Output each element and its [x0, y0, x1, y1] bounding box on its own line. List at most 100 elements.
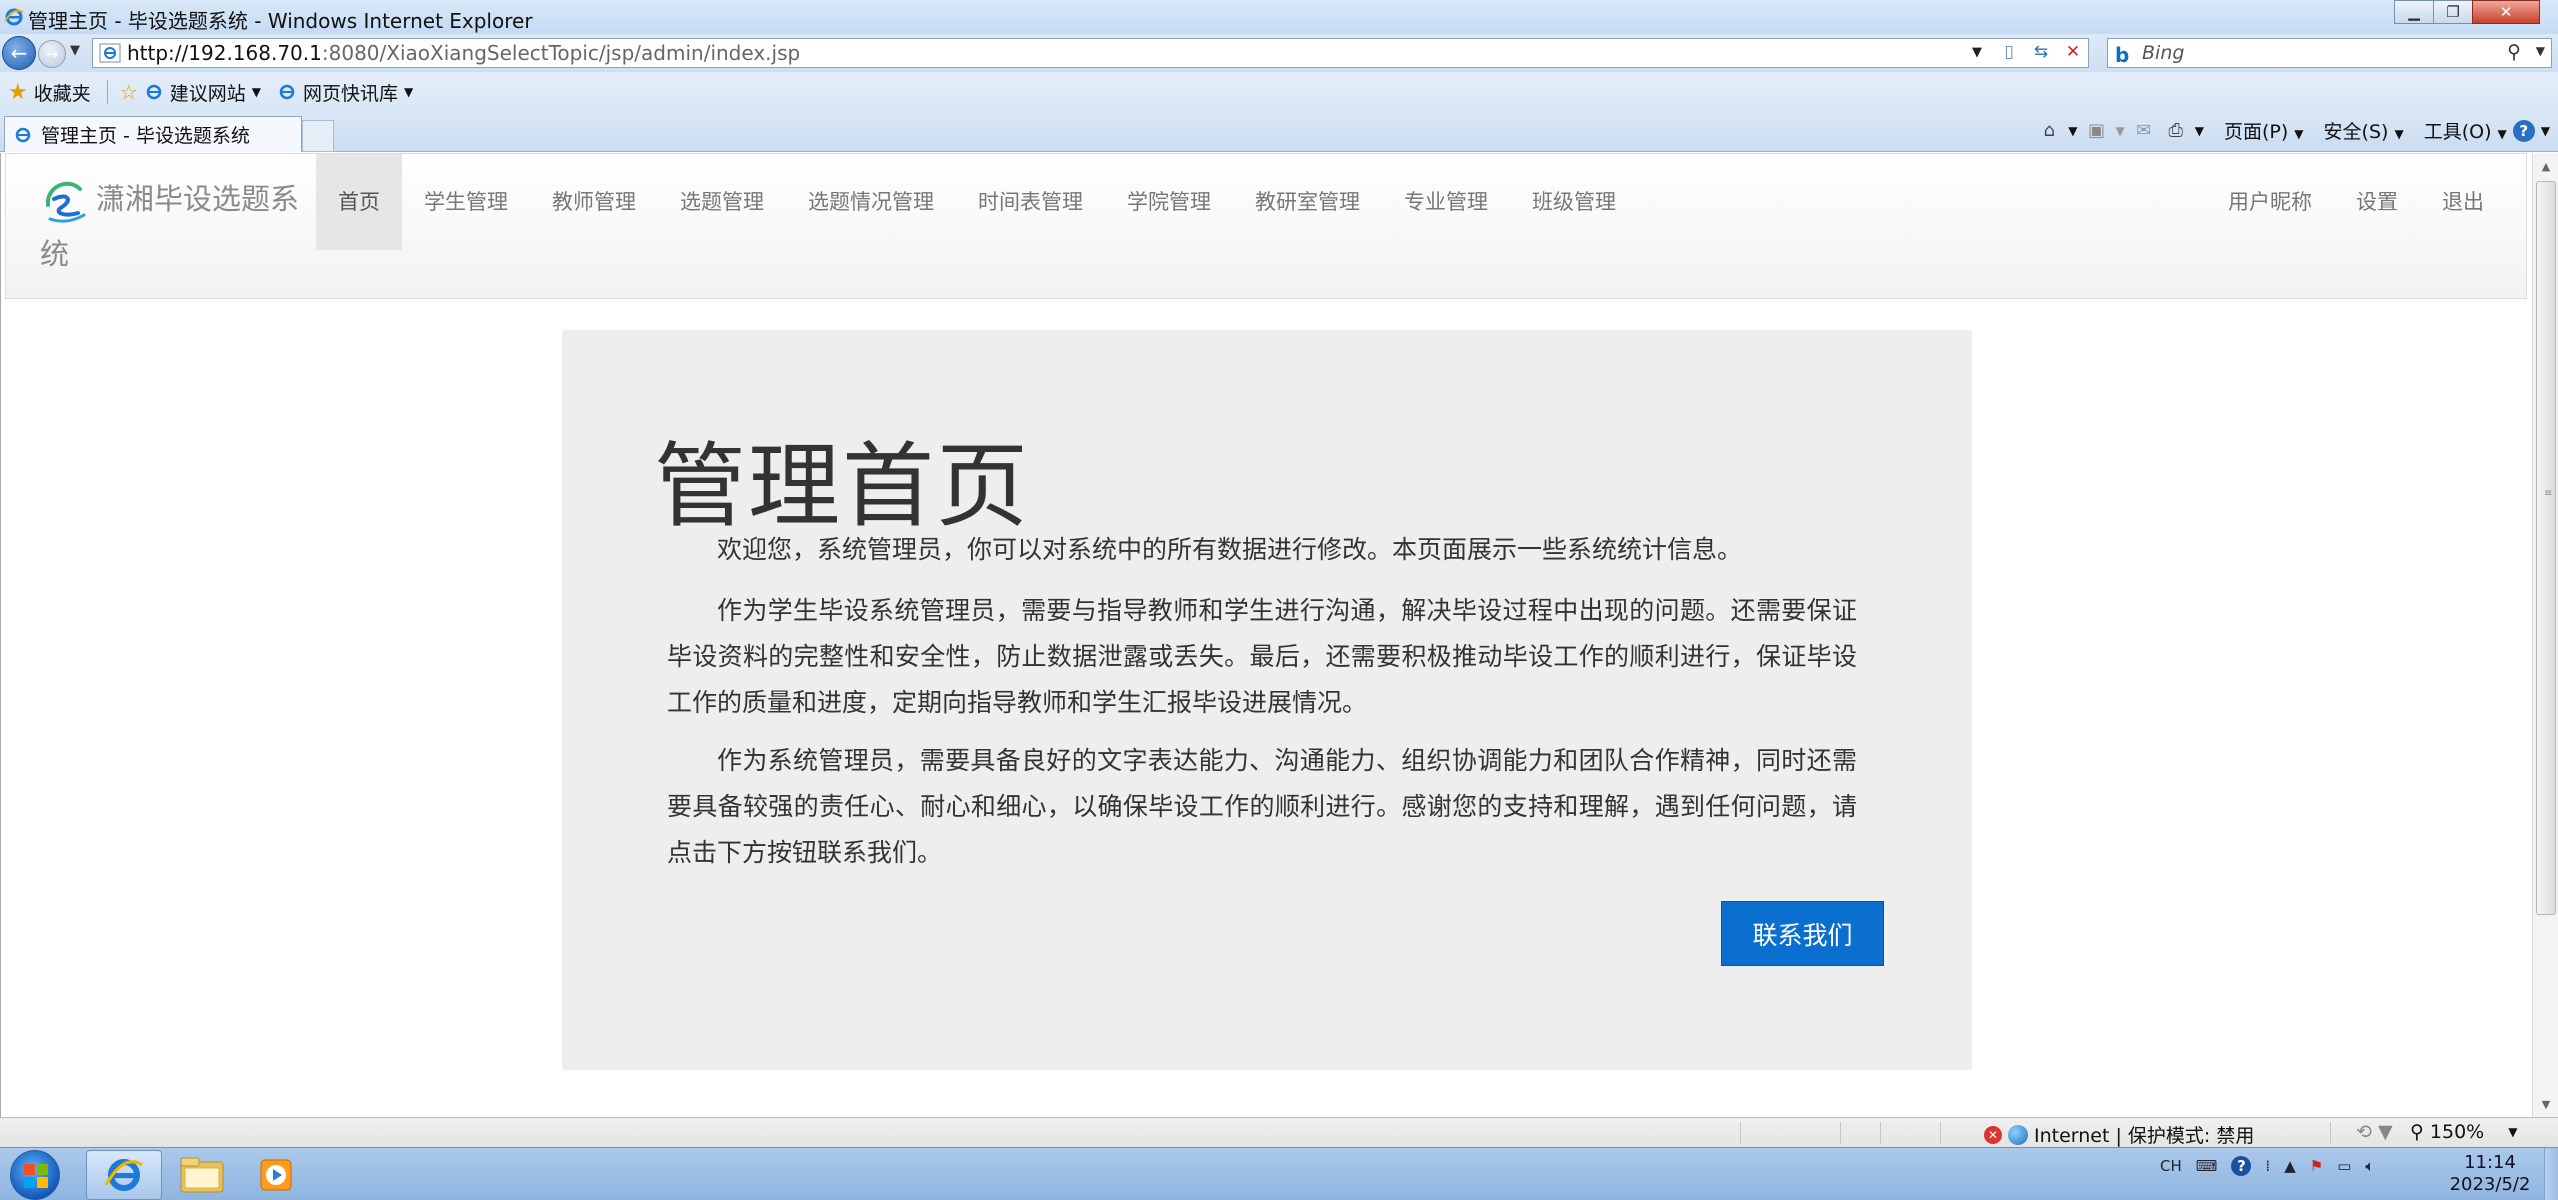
nav-settings[interactable]: 设置	[2334, 154, 2420, 250]
nav-college-management[interactable]: 学院管理	[1105, 154, 1233, 250]
forward-button[interactable]: →	[38, 40, 66, 68]
language-indicator[interactable]: CH	[2160, 1157, 2182, 1175]
window-titlebar[interactable]: 管理主页 - 毕设选题系统 - Windows Internet Explore…	[0, 0, 2558, 34]
compatibility-view-icon[interactable]: ▯	[1998, 42, 2020, 62]
grip-icon: ≡	[2544, 488, 2553, 499]
taskbar-media-player[interactable]	[238, 1150, 314, 1200]
scroll-up-icon[interactable]: ▲	[2533, 153, 2558, 179]
change-status-icon[interactable]: ⟲ ▼	[2356, 1121, 2393, 1143]
address-input[interactable]: http://192.168.70.1:8080/XiaoXiangSelect…	[92, 38, 2089, 68]
scrollbar-thumb[interactable]: ≡	[2536, 181, 2556, 915]
favorites-label: 收藏夹	[33, 82, 91, 105]
recent-pages-dropdown[interactable]: ▼	[70, 43, 80, 58]
ime-options-icon[interactable]: ⁞	[2265, 1157, 2270, 1175]
tools-menu[interactable]: 工具(O) ▼	[2424, 117, 2507, 144]
popup-blocked-icon: ✕	[1984, 1125, 2002, 1144]
new-tab-button[interactable]	[302, 120, 334, 152]
nav-teacher-management[interactable]: 教师管理	[530, 154, 658, 250]
security-zone[interactable]: ✕ Internet | 保护模式: 禁用	[1984, 1121, 2254, 1148]
status-bar: ✕ Internet | 保护模式: 禁用 ⚲ 150% ▼ ⟲ ▼	[0, 1117, 2558, 1147]
chevron-down-icon: ▼	[2508, 1125, 2518, 1139]
nav-major-management[interactable]: 专业管理	[1382, 154, 1510, 250]
status-divider	[1880, 1122, 1881, 1144]
start-button[interactable]	[10, 1150, 60, 1200]
nav-selection-status-management[interactable]: 选题情况管理	[786, 154, 956, 250]
tab-admin-home[interactable]: 管理主页 - 毕设选题系统	[4, 116, 302, 152]
clock-date: 2023/5/2	[2449, 1174, 2531, 1195]
back-button[interactable]: ←	[2, 36, 36, 70]
status-divider	[1740, 1122, 1741, 1144]
nav-logout[interactable]: 退出	[2420, 154, 2506, 250]
system-clock[interactable]: 11:14 2023/5/2	[2440, 1152, 2540, 1196]
search-placeholder: Bing	[2142, 42, 2185, 64]
stop-icon[interactable]: ✕	[2062, 42, 2084, 62]
chevron-down-icon[interactable]: ▼	[2068, 124, 2077, 138]
contact-us-button[interactable]: 联系我们	[1721, 901, 1884, 966]
globe-icon	[2008, 1124, 2028, 1145]
maximize-button[interactable]: ❐	[2433, 0, 2473, 24]
page-ie-icon	[99, 43, 121, 63]
search-icon[interactable]: ⚲	[2507, 41, 2521, 63]
action-center-icon[interactable]: ⚑	[2310, 1157, 2323, 1175]
search-options-dropdown[interactable]: ▼	[2536, 44, 2545, 58]
nav-schedule-management[interactable]: 时间表管理	[956, 154, 1105, 250]
keyboard-icon[interactable]: ⌨	[2196, 1157, 2218, 1175]
refresh-icon[interactable]: ⇆	[2030, 42, 2052, 62]
chevron-down-icon[interactable]: ▼	[2195, 124, 2204, 138]
scroll-down-icon[interactable]: ▼	[2533, 1091, 2558, 1117]
favorites-bar: ★ 收藏夹 ☆ 建议网站 ▼ 网页快讯库 ▼	[0, 72, 2558, 112]
taskbar-explorer[interactable]	[164, 1150, 240, 1200]
zoom-control[interactable]: ⚲ 150% ▼	[2410, 1121, 2517, 1143]
favorite-item-label: 建议网站	[169, 82, 246, 105]
windows-logo-icon	[24, 1164, 48, 1188]
page-menu[interactable]: 页面(P) ▼	[2224, 117, 2304, 144]
page-viewport: 潇湘毕设选题系统 首页 学生管理 教师管理 选题管理 选题情况管理 时间表管理 …	[0, 153, 2532, 1117]
home-icon[interactable]: ⌂	[2036, 118, 2062, 144]
chevron-down-icon[interactable]: ▼	[2115, 124, 2124, 138]
nav-topic-management[interactable]: 选题管理	[658, 154, 786, 250]
nav-home[interactable]: 首页	[316, 154, 402, 250]
favorite-item-web-slice-gallery[interactable]: 网页快讯库 ▼	[277, 79, 413, 106]
window-controls: ▁ ❐ ✕	[2394, 0, 2540, 26]
ime-help-icon[interactable]: ?	[2231, 1156, 2252, 1176]
welcome-jumbotron: 管理首页 欢迎您，系统管理员，你可以对系统中的所有数据进行修改。本页面展示一些系…	[562, 330, 1972, 1070]
nav-student-management[interactable]: 学生管理	[402, 154, 530, 250]
nav-user-nickname[interactable]: 用户昵称	[2206, 154, 2334, 250]
help-icon[interactable]: ?	[2512, 119, 2535, 142]
address-tools: ▼ ▯ ⇆ ✕	[1966, 42, 2084, 62]
site-brand[interactable]: 潇湘毕设选题系统	[40, 172, 310, 281]
bing-icon: b	[2115, 43, 2130, 67]
nav-office-management[interactable]: 教研室管理	[1233, 154, 1382, 250]
search-input[interactable]: b Bing ⚲ ▼	[2107, 38, 2552, 68]
read-mail-icon[interactable]: ✉	[2131, 118, 2157, 144]
taskbar-ie[interactable]	[86, 1150, 162, 1200]
address-dropdown-icon[interactable]: ▼	[1966, 45, 1988, 60]
command-bar: ⌂ ▼ ▣ ▼ ✉ ⎙ ▼ 页面(P) ▼ 安全(S) ▼ 工具(O) ▼ ? …	[2036, 117, 2550, 144]
chevron-down-icon[interactable]: ▼	[2541, 124, 2550, 138]
ie-page-icon	[279, 84, 295, 100]
ie-page-icon	[15, 127, 31, 142]
chevron-down-icon: ▼	[403, 85, 414, 99]
favorites-star-icon: ★	[8, 79, 28, 105]
network-icon[interactable]: ▭	[2337, 1157, 2351, 1175]
favorites-button[interactable]: ★ 收藏夹	[8, 79, 91, 106]
security-zone-label: Internet | 保护模式: 禁用	[2034, 1125, 2255, 1147]
favorite-item-suggested-sites[interactable]: 建议网站 ▼	[144, 79, 261, 106]
feeds-icon[interactable]: ▣	[2083, 118, 2109, 144]
safety-menu[interactable]: 安全(S) ▼	[2324, 117, 2404, 144]
minimize-button[interactable]: ▁	[2394, 0, 2434, 24]
system-tray: CH ⌨ ? ⁞ ▲ ⚑ ▭ 🔈︎	[2160, 1156, 2374, 1176]
show-hidden-icons[interactable]: ▲	[2284, 1157, 2296, 1175]
tools-menu-label: 工具(O)	[2423, 121, 2492, 143]
close-window-button[interactable]: ✕	[2472, 0, 2540, 24]
vertical-scrollbar[interactable]: ▲ ≡ ▼	[2532, 153, 2558, 1117]
main-nav: 首页 学生管理 教师管理 选题管理 选题情况管理 时间表管理 学院管理 教研室管…	[316, 154, 1638, 250]
show-desktop-button[interactable]	[2544, 1148, 2558, 1200]
volume-icon[interactable]: 🔈︎	[2365, 1157, 2374, 1175]
add-favorite-icon[interactable]: ☆	[120, 80, 138, 104]
tab-label: 管理主页 - 毕设选题系统	[41, 125, 250, 147]
site-navbar: 潇湘毕设选题系统 首页 学生管理 教师管理 选题管理 选题情况管理 时间表管理 …	[5, 153, 2527, 299]
duties-paragraph: 作为学生毕设系统管理员，需要与指导教师和学生进行沟通，解决毕设过程中出现的问题。…	[667, 596, 1857, 717]
nav-class-management[interactable]: 班级管理	[1510, 154, 1638, 250]
print-icon[interactable]: ⎙	[2163, 118, 2189, 144]
